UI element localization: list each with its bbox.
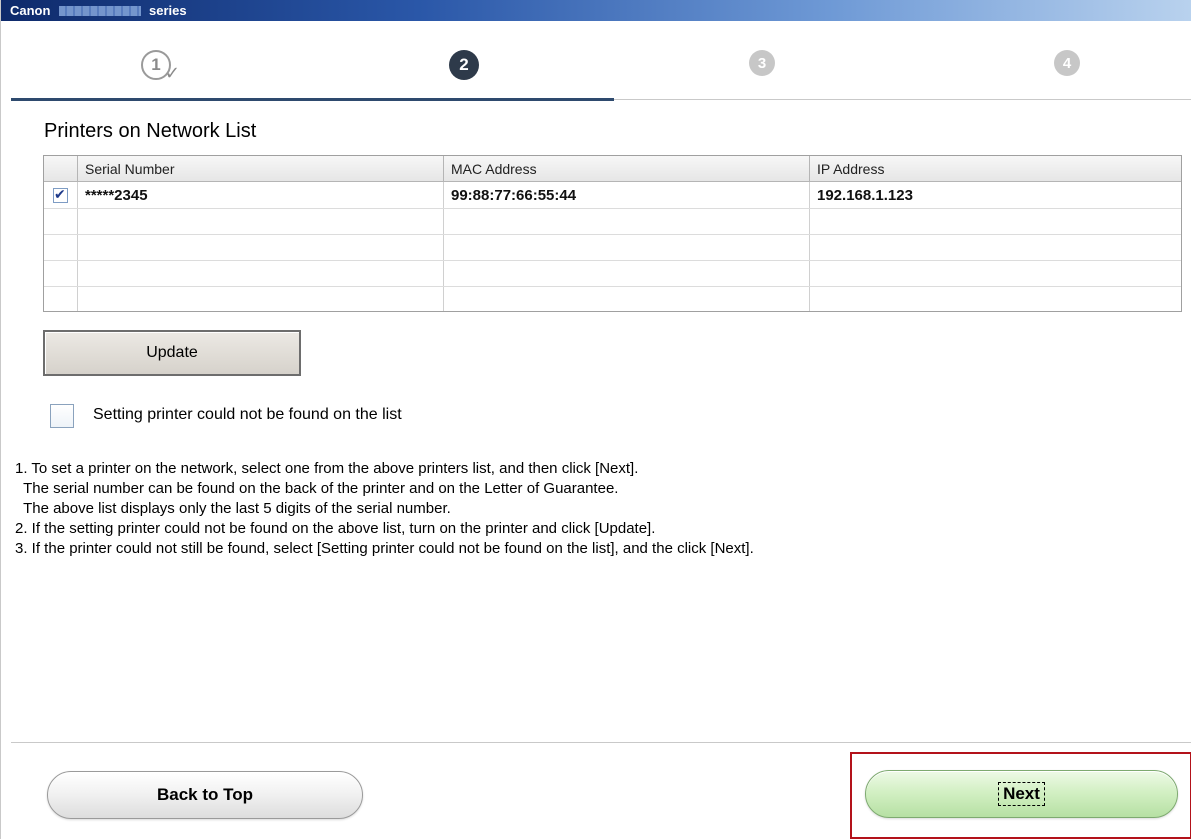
header-select-column	[44, 156, 78, 181]
empty-cell	[444, 287, 810, 311]
step-4-upcoming: 4	[1054, 50, 1080, 76]
empty-cell	[44, 287, 78, 311]
checkmark-icon: ✔	[54, 185, 66, 202]
column-header-ip[interactable]: IP Address	[810, 156, 1181, 181]
instruction-line: 2. If the setting printer could not be f…	[15, 520, 656, 537]
title-brand: Canon	[10, 3, 51, 18]
footer-divider	[11, 742, 1191, 743]
instructions: 1. To set a printer on the network, sele…	[15, 459, 754, 559]
next-button[interactable]: Next	[865, 770, 1178, 818]
instruction-line: The above list displays only the last 5 …	[15, 500, 451, 517]
empty-cell	[78, 287, 444, 311]
table-row-empty	[44, 261, 1181, 287]
back-to-top-button[interactable]: Back to Top	[47, 771, 363, 819]
step-3-upcoming: 3	[749, 50, 775, 76]
table-row-empty	[44, 209, 1181, 235]
step-2-current: 2	[449, 50, 479, 80]
instruction-line: The serial number can be found on the ba…	[15, 480, 619, 497]
title-series: series	[149, 3, 187, 18]
table-row[interactable]: ✔ *****2345 99:88:77:66:55:44 192.168.1.…	[44, 182, 1181, 209]
model-name-redacted	[59, 6, 141, 16]
step-progress-fill	[11, 98, 614, 101]
column-header-mac[interactable]: MAC Address	[444, 156, 810, 181]
title-bar: Canon series	[1, 0, 1191, 21]
empty-cell	[444, 209, 810, 234]
empty-cell	[78, 261, 444, 286]
installer-window: Canon series 1 ✓ 2 3 4 Printers on Netwo…	[0, 0, 1191, 839]
step-2-number: 2	[459, 55, 469, 74]
column-header-serial[interactable]: Serial Number	[78, 156, 444, 181]
empty-cell	[44, 209, 78, 234]
empty-cell	[78, 209, 444, 234]
empty-cell	[810, 287, 1181, 311]
step-1-completed: 1 ✓	[141, 50, 180, 83]
empty-cell	[810, 261, 1181, 286]
empty-cell	[78, 235, 444, 260]
table-row-empty	[44, 235, 1181, 261]
checkmark-icon: ✓	[164, 63, 180, 83]
instruction-line: 1. To set a printer on the network, sele…	[15, 460, 639, 477]
step-4-number: 4	[1062, 54, 1072, 72]
printer-list[interactable]: Serial Number MAC Address IP Address ✔ *…	[43, 155, 1182, 312]
ip-address-cell: 192.168.1.123	[817, 186, 913, 204]
empty-cell	[810, 235, 1181, 260]
printer-not-found-checkbox[interactable]	[50, 404, 74, 428]
empty-cell	[44, 261, 78, 286]
table-row-empty	[44, 287, 1181, 311]
mac-address-cell: 99:88:77:66:55:44	[444, 182, 810, 208]
printer-not-found-label[interactable]: Setting printer could not be found on th…	[93, 406, 402, 424]
empty-cell	[810, 209, 1181, 234]
next-button-label: Next	[998, 782, 1045, 806]
row-select-cell[interactable]: ✔	[44, 182, 78, 208]
printer-list-header: Serial Number MAC Address IP Address	[44, 156, 1181, 182]
step-1-number: 1	[151, 55, 161, 74]
empty-cell	[444, 235, 810, 260]
step-3-number: 3	[757, 54, 767, 72]
page-title: Printers on Network List	[44, 120, 257, 142]
empty-cell	[444, 261, 810, 286]
update-button[interactable]: Update	[43, 330, 301, 376]
step-indicator: 1 ✓ 2 3 4	[11, 30, 1191, 102]
printer-select-checkbox[interactable]: ✔	[53, 185, 68, 203]
serial-number-cell: *****2345	[78, 182, 444, 208]
empty-cell	[44, 235, 78, 260]
instruction-line: 3. If the printer could not still be fou…	[15, 540, 754, 557]
